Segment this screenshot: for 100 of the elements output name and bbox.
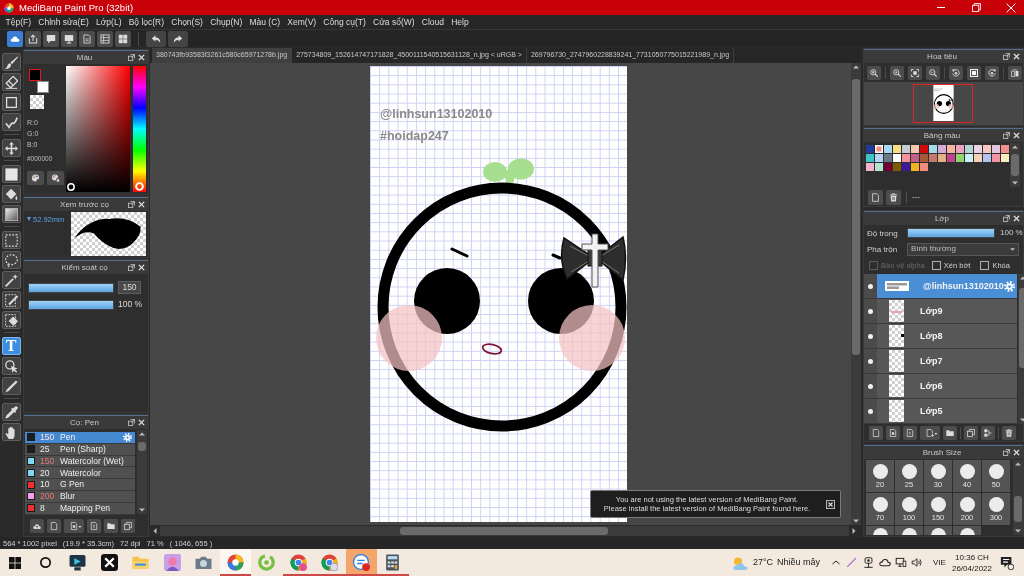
menu-item[interactable]: Xem(V) (283, 16, 320, 28)
undock-icon[interactable] (1003, 53, 1010, 60)
layer-row[interactable]: Lớp7 (877, 349, 1017, 373)
view-frame[interactable] (913, 84, 973, 123)
color-swatch-icon[interactable] (875, 163, 883, 171)
document-icon[interactable] (87, 519, 101, 533)
lasso-tool[interactable] (1, 251, 21, 269)
scrollbar-thumb[interactable] (1014, 496, 1022, 522)
wand-tool[interactable] (1, 271, 21, 289)
scroll-up-icon[interactable] (853, 65, 859, 69)
gear-icon[interactable] (123, 432, 132, 442)
network-icon[interactable] (895, 557, 908, 568)
menu-item[interactable]: Màu (C) (245, 16, 284, 28)
new-layer-icon[interactable] (869, 425, 883, 440)
visibility-toggle[interactable] (864, 299, 877, 323)
copy-icon[interactable] (964, 425, 978, 440)
webcam-icon[interactable] (863, 557, 875, 568)
undo-icon[interactable] (146, 30, 166, 47)
color-swatch-icon[interactable] (911, 145, 919, 153)
slider[interactable] (28, 299, 114, 310)
magnifier-icon[interactable] (867, 65, 881, 80)
close-icon[interactable] (1013, 449, 1020, 456)
pen-tool[interactable] (1, 377, 21, 395)
gradient-tool[interactable] (1, 205, 21, 223)
scroll-up-icon[interactable] (139, 432, 145, 436)
scroll-down-icon[interactable] (853, 519, 859, 523)
dashed-pen-tool[interactable] (1, 291, 21, 309)
language-indicator[interactable]: VIE (933, 557, 946, 568)
hue-thumb[interactable] (135, 182, 144, 191)
dashed-square-tool[interactable] (1, 231, 21, 249)
color-swatch-icon[interactable] (1001, 145, 1009, 153)
color-swatch-icon[interactable] (983, 145, 991, 153)
foreground-color[interactable] (29, 69, 41, 81)
zoom-in-icon[interactable] (890, 65, 904, 80)
visibility-toggle[interactable] (864, 399, 877, 423)
square-tool[interactable] (1, 93, 21, 111)
undock-icon[interactable] (128, 419, 135, 426)
menu-item[interactable]: Lớp(L) (92, 16, 126, 28)
chevron-up-icon[interactable] (832, 560, 841, 565)
close-icon[interactable] (138, 264, 145, 271)
notification-icon[interactable] (1000, 555, 1014, 570)
color-swatch-icon[interactable] (974, 154, 982, 162)
scroll-up-icon[interactable] (1015, 462, 1021, 466)
color-swatch-icon[interactable] (893, 154, 901, 162)
scrollbar-thumb[interactable] (1018, 288, 1024, 368)
color-swatch-icon[interactable] (902, 154, 910, 162)
folder-icon[interactable] (104, 519, 118, 533)
layer-row[interactable]: Lớp6 (877, 374, 1017, 398)
color-swatch-icon[interactable] (983, 154, 991, 162)
menu-item[interactable]: Tệp(F) (2, 16, 35, 28)
background-color[interactable] (37, 81, 49, 93)
color-swatch-icon[interactable] (956, 154, 964, 162)
start-icon[interactable] (9, 556, 21, 569)
color-swatch-icon[interactable] (920, 163, 928, 171)
undock-icon[interactable] (128, 201, 135, 208)
color-swatch-icon[interactable] (884, 154, 892, 162)
document-menu-icon[interactable] (64, 519, 84, 533)
brush-item[interactable]: 20 Watercolor (25, 467, 135, 480)
zoom-out-icon[interactable] (926, 65, 940, 80)
color-swatch-icon[interactable] (875, 154, 883, 162)
color-swatch-icon[interactable] (920, 145, 928, 153)
close-icon[interactable] (1013, 215, 1020, 222)
value-field[interactable]: 150 (118, 281, 141, 294)
gear-icon[interactable] (1003, 280, 1015, 292)
dropper-tool[interactable] (1, 403, 21, 421)
color-swatch-icon[interactable] (938, 145, 946, 153)
color-swatch-icon[interactable] (866, 154, 874, 162)
scroll-right-icon[interactable] (852, 528, 856, 534)
menu-item[interactable]: Cloud (418, 16, 448, 28)
undock-icon[interactable] (128, 264, 135, 271)
scroll-up-icon[interactable] (1012, 145, 1018, 149)
scroll-down-icon[interactable] (1019, 418, 1024, 422)
close-icon[interactable] (826, 499, 835, 509)
menu-item[interactable]: Help (447, 16, 473, 28)
rotate-right-icon[interactable] (985, 65, 999, 80)
color-swatch-icon[interactable] (947, 154, 955, 162)
color-swatch-icon[interactable] (893, 163, 901, 171)
brush-tool[interactable] (1, 53, 21, 71)
color-swatch-icon[interactable] (911, 154, 919, 162)
menu-item[interactable]: Cửa sổ(W) (369, 16, 419, 28)
color-swatch-icon[interactable] (947, 145, 955, 153)
color-swatch-icon[interactable] (920, 154, 928, 162)
folder-icon[interactable] (943, 425, 957, 440)
transparent-swatch[interactable] (30, 95, 44, 109)
speech-bubble-icon[interactable] (43, 30, 59, 47)
scrollbar-thumb[interactable] (138, 442, 146, 451)
palette-icon[interactable] (27, 171, 44, 186)
grid-icon[interactable] (115, 30, 131, 47)
table-icon[interactable] (97, 30, 113, 47)
close-icon[interactable] (1013, 53, 1020, 60)
close-icon[interactable] (138, 201, 145, 208)
color-swatch-icon[interactable] (884, 163, 892, 171)
layer-row[interactable]: Lớp5 (877, 399, 1017, 423)
scrollbar-thumb[interactable] (852, 79, 860, 355)
color-swatch-icon[interactable] (992, 145, 1000, 153)
rotate-left-icon[interactable] (949, 65, 963, 80)
cloud-icon[interactable] (7, 30, 23, 47)
clock-date[interactable]: 26/04/2022 (951, 562, 992, 574)
document-icon[interactable] (903, 425, 917, 440)
menu-item[interactable]: Bộ lọc(R) (125, 16, 168, 28)
